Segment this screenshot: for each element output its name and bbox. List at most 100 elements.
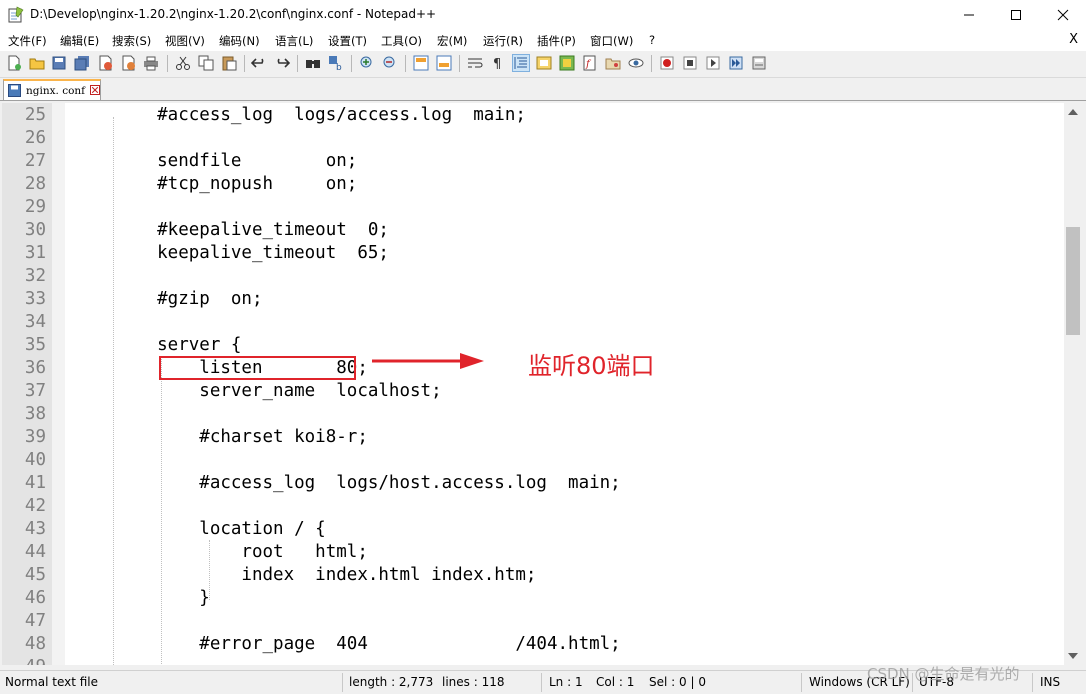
menu-plugins[interactable]: 插件(P) <box>537 33 576 49</box>
vertical-scrollbar[interactable] <box>1064 103 1082 665</box>
line-number: 27 <box>24 151 46 171</box>
function-list-icon[interactable]: f <box>582 55 598 71</box>
menu-settings[interactable]: 设置(T) <box>328 33 367 49</box>
close-window-button[interactable] <box>1040 0 1086 30</box>
code-editor[interactable]: 25 #access_log logs/access.log main; 26 27… <box>2 103 1082 665</box>
menu-run[interactable]: 运行(R) <box>483 33 523 49</box>
toolbar-separator <box>351 55 352 72</box>
record-macro-icon[interactable] <box>659 55 675 71</box>
udl-icon[interactable] <box>536 55 552 71</box>
menu-help[interactable]: ? <box>649 33 655 47</box>
minimize-button[interactable] <box>946 0 992 30</box>
open-file-icon[interactable] <box>29 55 45 71</box>
code-line[interactable]: 26 <box>2 127 1064 150</box>
menu-edit[interactable]: 编辑(E) <box>60 33 99 49</box>
line-number: 46 <box>24 588 46 608</box>
code-text: #error_page 404 /404.html; <box>115 634 621 654</box>
print-icon[interactable] <box>143 55 159 71</box>
status-insert-mode[interactable]: INS <box>1040 675 1060 689</box>
code-line[interactable]: 33 #gzip on; <box>2 288 1064 311</box>
scrollbar-thumb[interactable] <box>1066 227 1080 335</box>
doc-map-icon[interactable] <box>559 55 575 71</box>
status-file-type: Normal text file <box>5 675 99 689</box>
indent-guide <box>161 356 162 665</box>
code-line[interactable]: 31 keepalive_timeout 65; <box>2 242 1064 265</box>
toolbar-separator <box>405 55 406 72</box>
close-all-icon[interactable] <box>120 55 136 71</box>
tab-nginx-conf[interactable]: nginx. conf <box>3 79 101 100</box>
menu-bar: 文件(F) 编辑(E) 搜索(S) 视图(V) 编码(N) 语言(L) 设置(T… <box>0 30 1086 51</box>
code-line[interactable]: 34 <box>2 311 1064 334</box>
line-number: 30 <box>24 220 46 240</box>
code-line[interactable]: 32 <box>2 265 1064 288</box>
undo-icon[interactable] <box>251 55 267 71</box>
scroll-up-icon[interactable] <box>1068 109 1078 115</box>
folder-workspace-icon[interactable] <box>605 55 621 71</box>
save-icon[interactable] <box>51 55 67 71</box>
line-number: 34 <box>24 312 46 332</box>
tab-close-icon[interactable] <box>90 85 100 95</box>
status-divider <box>342 673 343 692</box>
line-number: 39 <box>24 427 46 447</box>
zoom-in-icon[interactable] <box>359 55 375 71</box>
save-macro-icon[interactable] <box>751 55 767 71</box>
code-text: location / { <box>115 519 326 539</box>
indent-guide <box>209 540 210 600</box>
minimize-icon <box>964 14 974 16</box>
maximize-icon <box>1011 10 1021 20</box>
indent-guide-icon[interactable] <box>512 54 530 72</box>
find-icon[interactable] <box>305 55 321 71</box>
close-document-button[interactable]: X <box>1069 32 1078 47</box>
line-number: 28 <box>24 174 46 194</box>
zoom-out-icon[interactable] <box>382 55 398 71</box>
play-macro-icon[interactable] <box>705 55 721 71</box>
paste-icon[interactable] <box>221 55 237 71</box>
code-text: #gzip on; <box>115 289 263 309</box>
status-ln: Ln : 1 <box>549 675 583 689</box>
line-number: 48 <box>24 634 46 654</box>
line-number: 43 <box>24 519 46 539</box>
code-text: #access_log logs/access.log main; <box>115 105 526 125</box>
menu-encoding[interactable]: 编码(N) <box>219 33 260 49</box>
word-wrap-icon[interactable] <box>467 55 483 71</box>
code-line[interactable]: 27 sendfile on; <box>2 150 1064 173</box>
code-line[interactable]: 28 #tcp_nopush on; <box>2 173 1064 196</box>
sync-horizontal-icon[interactable] <box>436 55 452 71</box>
menu-window[interactable]: 窗口(W) <box>590 33 633 49</box>
code-text: } <box>115 588 210 608</box>
close-icon[interactable] <box>97 55 113 71</box>
cut-icon[interactable] <box>175 55 191 71</box>
replace-icon[interactable]: b <box>328 55 344 71</box>
line-number: 40 <box>24 450 46 470</box>
maximize-button[interactable] <box>993 0 1039 30</box>
code-line[interactable]: 29 <box>2 196 1064 219</box>
menu-search[interactable]: 搜索(S) <box>112 33 151 49</box>
run-macro-multiple-icon[interactable] <box>728 55 744 71</box>
stop-macro-icon[interactable] <box>682 55 698 71</box>
copy-icon[interactable] <box>198 55 214 71</box>
menu-language[interactable]: 语言(L) <box>275 33 313 49</box>
sync-vertical-icon[interactable] <box>413 55 429 71</box>
code-line[interactable]: 30 #keepalive_timeout 0; <box>2 219 1064 242</box>
menu-view[interactable]: 视图(V) <box>165 33 205 49</box>
monitor-icon[interactable] <box>628 55 644 71</box>
save-all-icon[interactable] <box>74 55 90 71</box>
scroll-down-icon[interactable] <box>1068 653 1078 659</box>
line-number: 26 <box>24 128 46 148</box>
new-file-icon[interactable] <box>6 55 22 71</box>
menu-macro[interactable]: 宏(M) <box>437 33 467 49</box>
code-line[interactable]: 25 #access_log logs/access.log main; <box>2 104 1064 127</box>
line-number: 45 <box>24 565 46 585</box>
code-text: root html; <box>115 542 368 562</box>
redo-icon[interactable] <box>274 55 290 71</box>
menu-tools[interactable]: 工具(O) <box>381 33 422 49</box>
toolbar-separator <box>244 55 245 72</box>
menu-file[interactable]: 文件(F) <box>8 33 47 49</box>
code-text: keepalive_timeout 65; <box>115 243 389 263</box>
line-number: 25 <box>24 105 46 125</box>
title-bar: D:\Develop\nginx-1.20.2\nginx-1.20.2\con… <box>0 0 1086 30</box>
status-divider <box>541 673 542 692</box>
svg-text:¶: ¶ <box>493 57 501 71</box>
show-all-chars-icon[interactable]: ¶ <box>490 55 506 71</box>
svg-text:b: b <box>336 63 342 71</box>
